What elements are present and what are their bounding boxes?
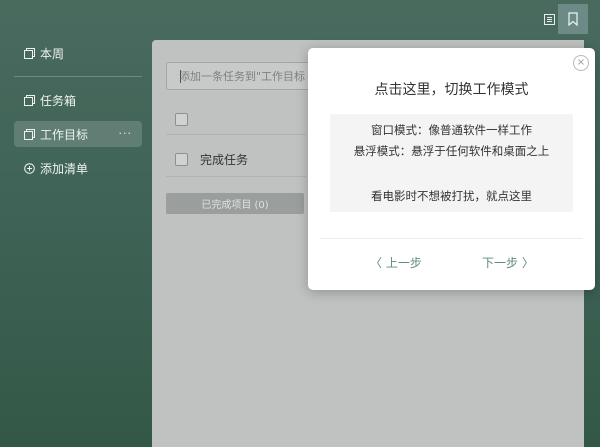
mode-tooltip-popup: × 点击这里，切换工作模式 窗口模式：像普通软件一样工作 悬浮模式：悬浮于任何软…: [308, 48, 595, 290]
popup-divider: [320, 238, 583, 239]
list-icon: [23, 47, 35, 59]
task-title: 完成任务: [200, 152, 249, 167]
sidebar-item-label: 任务箱: [40, 93, 77, 108]
task-checkbox[interactable]: [175, 152, 188, 166]
plus-circle-icon: [23, 162, 35, 174]
inbox-icon: [23, 94, 35, 106]
sidebar-item-work-goals[interactable]: 工作目标 ···: [14, 121, 142, 147]
movie-hint-text: 看电影时不想被打扰，就点这里: [371, 189, 532, 203]
task-row[interactable]: 完成任务: [175, 149, 248, 169]
popup-title: 点击这里，切换工作模式: [374, 82, 529, 98]
row-divider: [166, 134, 306, 135]
row-divider: [166, 176, 306, 177]
sidebar-item-label: 添加清单: [40, 161, 89, 176]
sidebar-item-add-list[interactable]: 添加清单: [14, 155, 142, 181]
previous-step-button[interactable]: 〈 上一步: [370, 254, 422, 271]
sidebar-divider: [14, 76, 142, 77]
popup-description: 窗口模式：像普通软件一样工作 悬浮模式：悬浮于任何软件和桌面之上 看电影时不想被…: [330, 114, 573, 212]
sidebar: 本周 任务箱 工作目标 ··· 添加清单: [0, 0, 152, 447]
next-step-button[interactable]: 下一步 〉: [482, 254, 534, 271]
window-mode-text: 窗口模式：像普通软件一样工作: [371, 123, 532, 137]
sidebar-item-label: 本周: [40, 46, 65, 61]
bookmark-icon[interactable]: [558, 4, 588, 34]
float-mode-text: 悬浮模式：悬浮于任何软件和桌面之上: [353, 144, 550, 158]
more-options-icon[interactable]: ···: [119, 127, 133, 140]
sidebar-item-label: 工作目标: [40, 127, 89, 142]
task-checkbox[interactable]: [175, 112, 188, 126]
goal-icon: [23, 128, 35, 140]
completed-items-button[interactable]: 已完成项目 (0): [166, 193, 304, 214]
task-row-empty[interactable]: [175, 109, 200, 129]
sidebar-item-inbox[interactable]: 任务箱: [14, 87, 142, 113]
text-cursor: [180, 70, 181, 83]
sidebar-item-this-week[interactable]: 本周: [14, 40, 142, 66]
close-icon[interactable]: ×: [573, 55, 589, 71]
